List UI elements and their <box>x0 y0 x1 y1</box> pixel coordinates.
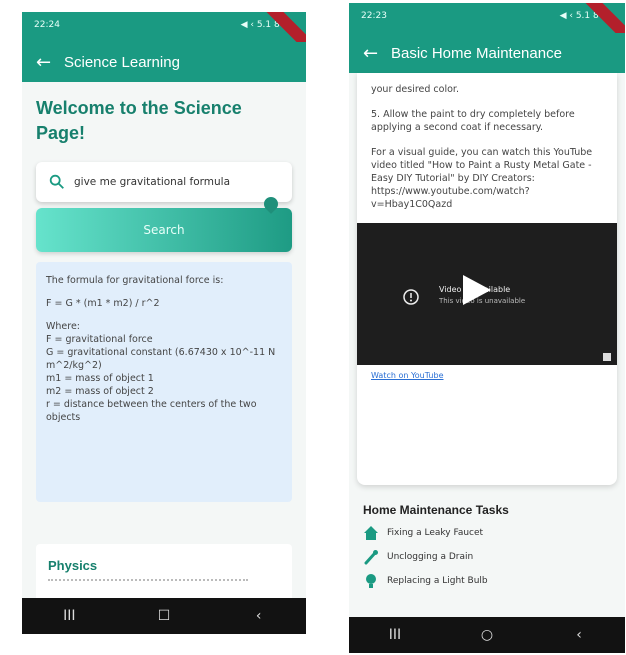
status-bar: 22:23 ◀ ‹ 5.1 80% <box>349 3 625 33</box>
article-card: your desired color. 5. Allow the paint t… <box>357 73 617 485</box>
task-label: Fixing a Leaky Faucet <box>387 528 484 538</box>
main-content: your desired color. 5. Allow the paint t… <box>349 73 625 617</box>
task-item[interactable]: Replacing a Light Bulb <box>357 573 617 589</box>
physics-placeholder <box>48 579 248 583</box>
answer-line: F = gravitational force <box>46 334 153 345</box>
answer-panel: The formula for gravitational force is: … <box>36 262 292 502</box>
answer-line: r = distance between the centers of the … <box>46 399 257 423</box>
answer-line: G = gravitational constant (6.67430 x 10… <box>46 347 276 371</box>
status-bar: 22:24 ◀ ‹ 5.1 80% <box>22 12 306 42</box>
physics-title: Physics <box>48 558 98 573</box>
task-label: Replacing a Light Bulb <box>387 576 488 586</box>
lightbulb-icon <box>366 574 376 588</box>
task-item[interactable]: Fixing a Leaky Faucet <box>357 525 617 541</box>
answer-intro: The formula for gravitational force is: <box>46 275 224 286</box>
answer-formula: F = G * (m1 * m2) / r^2 <box>46 298 160 309</box>
app-bar-title: Basic Home Maintenance <box>391 44 562 62</box>
answer-line: m2 = mass of object 2 <box>46 386 154 397</box>
app-bar: ← Basic Home Maintenance <box>349 33 625 73</box>
task-item[interactable]: Unclogging a Drain <box>357 549 617 565</box>
home-maintenance-screen: 22:23 ◀ ‹ 5.1 80% ← Basic Home Maintenan… <box>349 3 625 653</box>
tasks-heading: Home Maintenance Tasks <box>363 503 509 517</box>
app-bar-title: Science Learning <box>64 53 180 71</box>
nav-back-button[interactable]: ‹ <box>239 608 279 624</box>
article-paragraph: your desired color. <box>371 84 459 95</box>
answer-line: m1 = mass of object 1 <box>46 373 154 384</box>
youtube-embed[interactable]: Video unavailable This video is unavaila… <box>357 223 617 365</box>
home-button[interactable]: ○ <box>467 627 507 643</box>
watch-on-youtube-link[interactable]: Watch on YouTube <box>371 371 603 380</box>
play-icon[interactable] <box>463 275 491 305</box>
article-paragraph: For a visual guide, you can watch this Y… <box>371 147 593 210</box>
search-icon <box>49 174 64 189</box>
back-arrow-icon[interactable]: ← <box>36 52 64 73</box>
system-nav-bar: III ○ ‹ <box>349 617 625 653</box>
task-label: Unclogging a Drain <box>387 552 474 562</box>
home-button[interactable]: ☐ <box>144 608 184 624</box>
page-title: Welcome to the Science Page! <box>36 98 242 143</box>
recent-apps-button[interactable]: III <box>375 627 415 643</box>
home-icon <box>364 526 378 540</box>
answer-where: Where: <box>46 321 81 332</box>
info-icon <box>403 289 419 305</box>
search-input[interactable]: give me gravitational formula <box>36 162 292 214</box>
article-paragraph: 5. Allow the paint to dry completely bef… <box>371 109 575 133</box>
wrench-icon <box>364 550 378 565</box>
science-learning-screen: 22:24 ◀ ‹ 5.1 80% ← Science Learning Wel… <box>22 12 306 634</box>
article-text: your desired color. 5. Allow the paint t… <box>371 83 603 211</box>
youtube-logo-icon <box>603 353 611 361</box>
back-arrow-icon[interactable]: ← <box>363 43 391 64</box>
physics-card[interactable]: Physics <box>36 544 292 598</box>
main-content: Welcome to the Science Page! give me gra… <box>22 82 306 598</box>
recent-apps-button[interactable]: III <box>49 608 89 624</box>
search-input-value: give me gravitational formula <box>74 176 231 188</box>
search-button[interactable]: Search <box>36 208 292 252</box>
system-nav-bar: III ☐ ‹ <box>22 598 306 634</box>
status-time: 22:24 <box>34 20 60 30</box>
app-bar: ← Science Learning <box>22 42 306 82</box>
status-time: 22:23 <box>361 11 387 21</box>
nav-back-button[interactable]: ‹ <box>559 627 599 643</box>
